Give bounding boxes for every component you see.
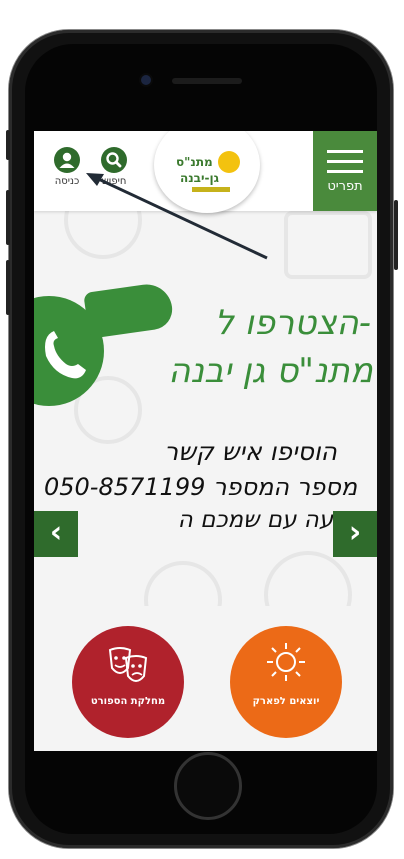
annotation-arrow bbox=[86, 173, 268, 260]
